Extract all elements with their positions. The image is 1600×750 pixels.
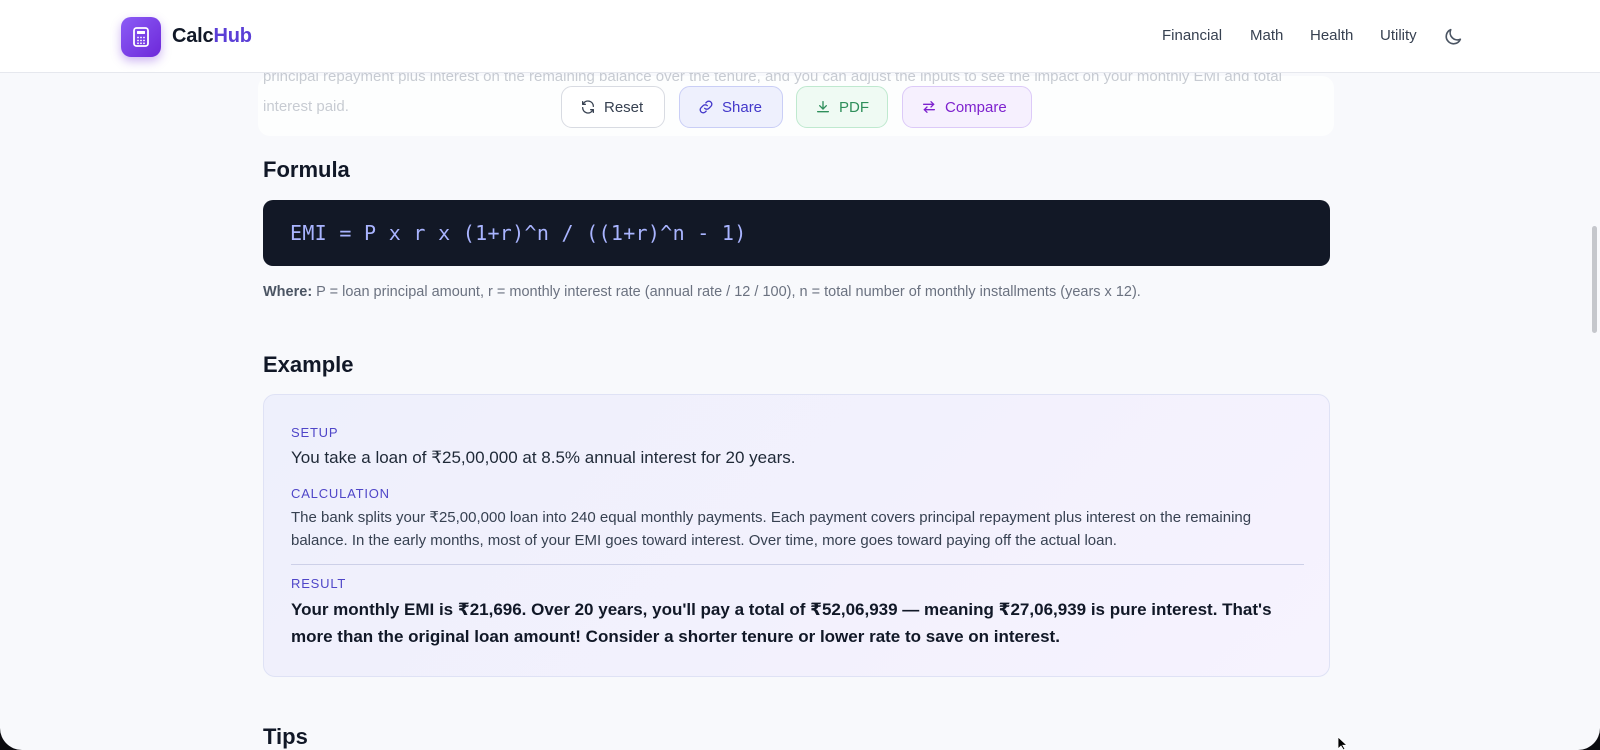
- calculation-label: CALCULATION: [291, 486, 390, 501]
- share-button[interactable]: Share: [679, 86, 783, 128]
- result-label: RESULT: [291, 576, 347, 591]
- moon-icon[interactable]: [1442, 26, 1464, 48]
- brand-prefix: Calc: [172, 25, 214, 47]
- brand-name[interactable]: CalcHub: [172, 25, 252, 48]
- formula-heading: Formula: [263, 157, 350, 182]
- page-viewport: principal repayment plus interest on the…: [0, 0, 1600, 750]
- nav-health[interactable]: Health: [1310, 27, 1353, 44]
- logo[interactable]: [121, 17, 161, 57]
- compare-button[interactable]: Compare: [902, 86, 1032, 128]
- pdf-label: PDF: [839, 98, 869, 116]
- link-icon: [699, 100, 713, 114]
- reset-button[interactable]: Reset: [561, 86, 665, 128]
- setup-text: You take a loan of ₹25,00,000 at 8.5% an…: [291, 448, 796, 467]
- download-icon: [817, 101, 829, 113]
- compare-label: Compare: [945, 98, 1007, 116]
- where-text: P = loan principal amount, r = monthly i…: [312, 284, 1141, 300]
- tips-heading: Tips: [263, 724, 308, 749]
- example-heading: Example: [263, 352, 354, 377]
- refresh-icon: [582, 100, 594, 114]
- swap-icon: [923, 101, 935, 113]
- formula-expression: EMI = P x r x (1+r)^n / ((1+r)^n - 1): [290, 221, 747, 245]
- scrollbar-thumb[interactable]: [1592, 226, 1597, 333]
- nav-math[interactable]: Math: [1250, 27, 1283, 44]
- brand-suffix: Hub: [213, 25, 252, 47]
- reset-label: Reset: [604, 98, 644, 116]
- divider: [291, 564, 1304, 565]
- site-header: CalcHub Financial Math Health Utility: [0, 0, 1600, 73]
- setup-label: SETUP: [291, 425, 339, 440]
- formula-block: EMI = P x r x (1+r)^n / ((1+r)^n - 1): [263, 200, 1330, 266]
- where-label: Where:: [263, 284, 313, 300]
- result-text: Your monthly EMI is ₹21,696. Over 20 yea…: [291, 600, 1272, 646]
- nav-financial[interactable]: Financial: [1162, 27, 1222, 44]
- calculator-icon: [133, 27, 149, 47]
- formula-where: Where: P = loan principal amount, r = mo…: [263, 284, 1141, 300]
- mouse-cursor-icon: [1338, 737, 1348, 750]
- calculation-text: The bank splits your ₹25,00,000 loan int…: [291, 509, 1252, 549]
- pdf-button[interactable]: PDF: [796, 86, 888, 128]
- share-label: Share: [722, 98, 763, 116]
- nav-utility[interactable]: Utility: [1380, 27, 1417, 44]
- example-card: SETUP You take a loan of ₹25,00,000 at 8…: [263, 394, 1330, 677]
